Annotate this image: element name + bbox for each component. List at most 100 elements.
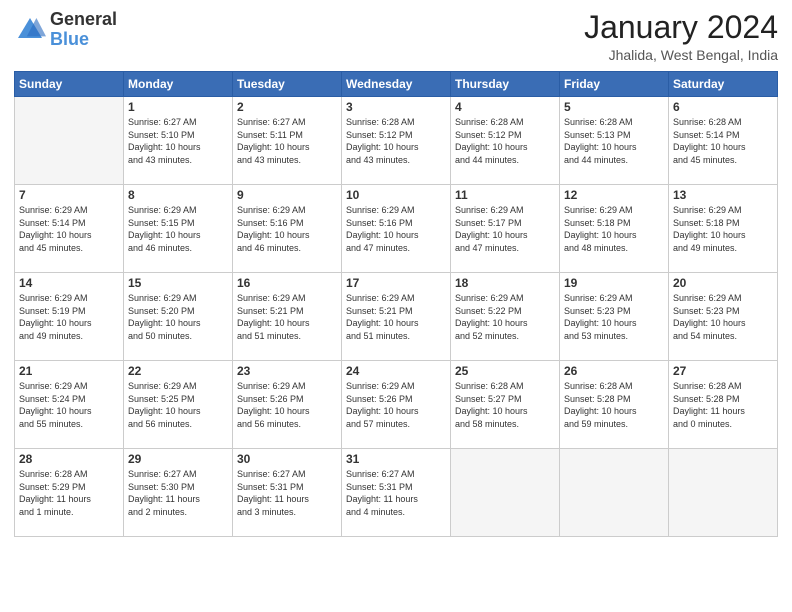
day-number: 22 [128,364,228,378]
day-number: 30 [237,452,337,466]
day-number: 15 [128,276,228,290]
day-info: Sunrise: 6:29 AM Sunset: 5:25 PM Dayligh… [128,380,228,430]
day-info: Sunrise: 6:29 AM Sunset: 5:26 PM Dayligh… [237,380,337,430]
calendar-cell: 23 Sunrise: 6:29 AM Sunset: 5:26 PM Dayli… [233,361,342,449]
calendar-cell: 21 Sunrise: 6:29 AM Sunset: 5:24 PM Dayli… [15,361,124,449]
calendar-cell: 10Sunrise: 6:29 AM Sunset: 5:16 PM Dayli… [342,185,451,273]
calendar-weekday-tuesday: Tuesday [233,72,342,97]
calendar-cell: 16 Sunrise: 6:29 AM Sunset: 5:21 PM Dayli… [233,273,342,361]
day-info: Sunrise: 6:28 AM Sunset: 5:12 PM Dayligh… [346,116,446,166]
calendar-weekday-friday: Friday [560,72,669,97]
calendar-header-row: SundayMondayTuesdayWednesdayThursdayFrid… [15,72,778,97]
calendar-week-row-5: 28Sunrise: 6:28 AM Sunset: 5:29 PM Dayli… [15,449,778,537]
day-number: 13 [673,188,773,202]
day-number: 18 [455,276,555,290]
calendar-weekday-thursday: Thursday [451,72,560,97]
day-info: Sunrise: 6:28 AM Sunset: 5:28 PM Dayligh… [673,380,773,430]
day-number: 7 [19,188,119,202]
calendar-cell [560,449,669,537]
day-number: 9 [237,188,337,202]
title-block: January 2024 Jhalida, West Bengal, India [584,10,778,63]
day-info: Sunrise: 6:29 AM Sunset: 5:22 PM Dayligh… [455,292,555,342]
calendar-cell: 3Sunrise: 6:28 AM Sunset: 5:12 PM Daylig… [342,97,451,185]
day-info: Sunrise: 6:27 AM Sunset: 5:11 PM Dayligh… [237,116,337,166]
day-info: Sunrise: 6:29 AM Sunset: 5:15 PM Dayligh… [128,204,228,254]
calendar-cell: 31Sunrise: 6:27 AM Sunset: 5:31 PM Dayli… [342,449,451,537]
calendar-week-row-1: 1Sunrise: 6:27 AM Sunset: 5:10 PM Daylig… [15,97,778,185]
calendar-cell: 2Sunrise: 6:27 AM Sunset: 5:11 PM Daylig… [233,97,342,185]
day-number: 24 [346,364,446,378]
day-info: Sunrise: 6:27 AM Sunset: 5:30 PM Dayligh… [128,468,228,518]
day-info: Sunrise: 6:29 AM Sunset: 5:19 PM Dayligh… [19,292,119,342]
day-info: Sunrise: 6:29 AM Sunset: 5:23 PM Dayligh… [673,292,773,342]
day-info: Sunrise: 6:28 AM Sunset: 5:27 PM Dayligh… [455,380,555,430]
calendar-cell [451,449,560,537]
calendar-cell: 17 Sunrise: 6:29 AM Sunset: 5:21 PM Dayli… [342,273,451,361]
day-number: 17 [346,276,446,290]
day-number: 8 [128,188,228,202]
day-info: Sunrise: 6:29 AM Sunset: 5:23 PM Dayligh… [564,292,664,342]
calendar-cell: 20 Sunrise: 6:29 AM Sunset: 5:23 PM Dayli… [669,273,778,361]
day-number: 14 [19,276,119,290]
day-info: Sunrise: 6:29 AM Sunset: 5:14 PM Dayligh… [19,204,119,254]
day-info: Sunrise: 6:28 AM Sunset: 5:29 PM Dayligh… [19,468,119,518]
logo-blue-text: Blue [50,30,117,50]
day-info: Sunrise: 6:29 AM Sunset: 5:24 PM Dayligh… [19,380,119,430]
logo-icon [14,14,46,46]
day-info: Sunrise: 6:29 AM Sunset: 5:17 PM Dayligh… [455,204,555,254]
logo-general-text: General [50,10,117,30]
calendar-cell: 7 Sunrise: 6:29 AM Sunset: 5:14 PM Daylig… [15,185,124,273]
calendar-cell: 1Sunrise: 6:27 AM Sunset: 5:10 PM Daylig… [124,97,233,185]
day-number: 11 [455,188,555,202]
day-info: Sunrise: 6:29 AM Sunset: 5:20 PM Dayligh… [128,292,228,342]
calendar-cell: 15 Sunrise: 6:29 AM Sunset: 5:20 PM Dayli… [124,273,233,361]
page: General Blue January 2024 Jhalida, West … [0,0,792,612]
calendar-cell: 11 Sunrise: 6:29 AM Sunset: 5:17 PM Dayli… [451,185,560,273]
calendar-cell: 9 Sunrise: 6:29 AM Sunset: 5:16 PM Daylig… [233,185,342,273]
day-number: 6 [673,100,773,114]
day-info: Sunrise: 6:28 AM Sunset: 5:14 PM Dayligh… [673,116,773,166]
day-number: 16 [237,276,337,290]
logo-text: General Blue [50,10,117,50]
calendar-week-row-3: 14 Sunrise: 6:29 AM Sunset: 5:19 PM Dayli… [15,273,778,361]
calendar-week-row-4: 21 Sunrise: 6:29 AM Sunset: 5:24 PM Dayli… [15,361,778,449]
calendar-cell: 29 Sunrise: 6:27 AM Sunset: 5:30 PM Dayli… [124,449,233,537]
day-number: 21 [19,364,119,378]
calendar-cell: 19Sunrise: 6:29 AM Sunset: 5:23 PM Dayli… [560,273,669,361]
calendar-weekday-monday: Monday [124,72,233,97]
day-info: Sunrise: 6:29 AM Sunset: 5:18 PM Dayligh… [673,204,773,254]
day-info: Sunrise: 6:29 AM Sunset: 5:16 PM Dayligh… [237,204,337,254]
day-number: 27 [673,364,773,378]
day-number: 29 [128,452,228,466]
day-number: 20 [673,276,773,290]
calendar-cell [15,97,124,185]
day-info: Sunrise: 6:29 AM Sunset: 5:21 PM Dayligh… [346,292,446,342]
calendar-cell: 27 Sunrise: 6:28 AM Sunset: 5:28 PM Dayli… [669,361,778,449]
calendar-cell: 5Sunrise: 6:28 AM Sunset: 5:13 PM Daylig… [560,97,669,185]
day-number: 12 [564,188,664,202]
day-info: Sunrise: 6:29 AM Sunset: 5:21 PM Dayligh… [237,292,337,342]
calendar-cell: 26 Sunrise: 6:28 AM Sunset: 5:28 PM Dayli… [560,361,669,449]
day-info: Sunrise: 6:29 AM Sunset: 5:26 PM Dayligh… [346,380,446,430]
calendar-cell: 18 Sunrise: 6:29 AM Sunset: 5:22 PM Dayli… [451,273,560,361]
calendar-cell: 4 Sunrise: 6:28 AM Sunset: 5:12 PM Daylig… [451,97,560,185]
calendar-table: SundayMondayTuesdayWednesdayThursdayFrid… [14,71,778,537]
calendar-cell: 24 Sunrise: 6:29 AM Sunset: 5:26 PM Dayli… [342,361,451,449]
calendar-cell: 22 Sunrise: 6:29 AM Sunset: 5:25 PM Dayli… [124,361,233,449]
calendar-cell: 30 Sunrise: 6:27 AM Sunset: 5:31 PM Dayli… [233,449,342,537]
day-number: 23 [237,364,337,378]
day-number: 5 [564,100,664,114]
header: General Blue January 2024 Jhalida, West … [14,10,778,63]
month-title: January 2024 [584,10,778,45]
day-info: Sunrise: 6:29 AM Sunset: 5:18 PM Dayligh… [564,204,664,254]
day-info: Sunrise: 6:29 AM Sunset: 5:16 PM Dayligh… [346,204,446,254]
day-info: Sunrise: 6:28 AM Sunset: 5:28 PM Dayligh… [564,380,664,430]
day-number: 26 [564,364,664,378]
day-number: 4 [455,100,555,114]
day-info: Sunrise: 6:27 AM Sunset: 5:31 PM Dayligh… [237,468,337,518]
day-info: Sunrise: 6:28 AM Sunset: 5:12 PM Dayligh… [455,116,555,166]
calendar-cell: 13 Sunrise: 6:29 AM Sunset: 5:18 PM Dayli… [669,185,778,273]
day-info: Sunrise: 6:27 AM Sunset: 5:31 PM Dayligh… [346,468,446,518]
day-number: 1 [128,100,228,114]
calendar-cell: 8 Sunrise: 6:29 AM Sunset: 5:15 PM Daylig… [124,185,233,273]
